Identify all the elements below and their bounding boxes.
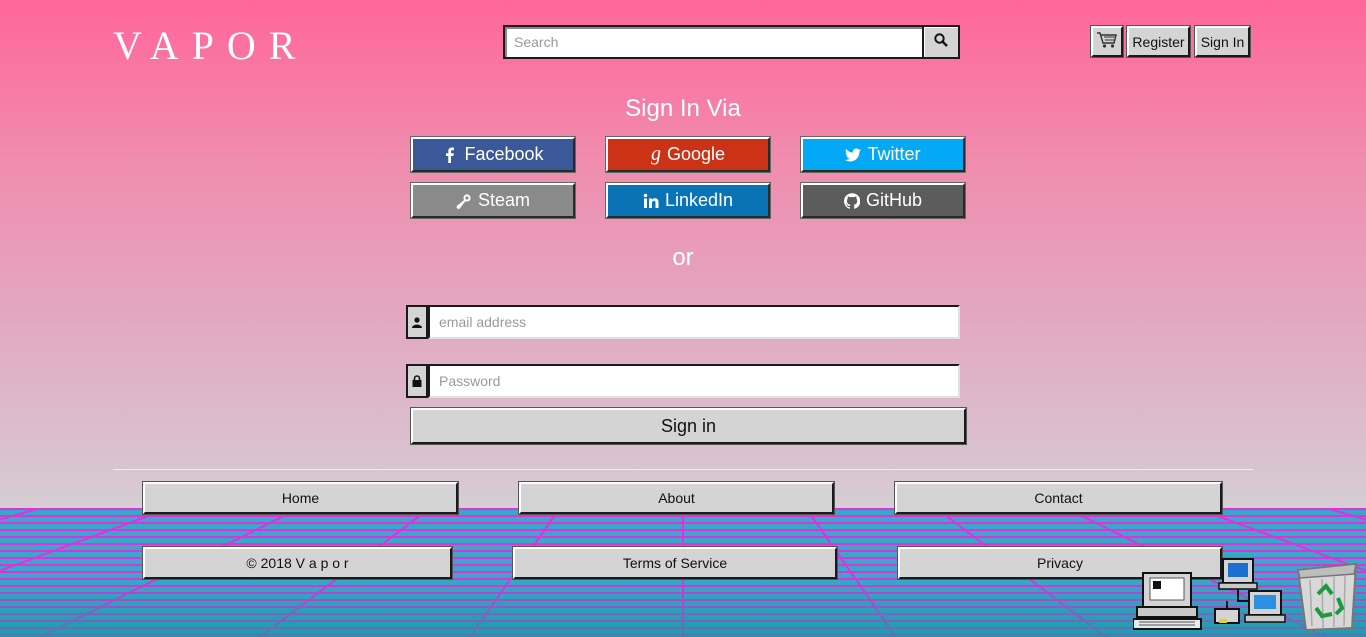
email-field[interactable] <box>428 305 960 339</box>
sign-in-heading: Sign In Via <box>625 95 741 122</box>
sign-in-submit-button[interactable]: Sign in <box>410 407 967 445</box>
twitter-button[interactable]: Twitter <box>800 136 966 173</box>
network-icon[interactable] <box>1213 557 1289 634</box>
cart-icon <box>1096 31 1118 52</box>
linkedin-icon <box>643 193 659 208</box>
google-button[interactable]: g Google <box>605 136 771 173</box>
footer-terms-link[interactable]: Terms of Service <box>512 546 838 580</box>
steam-label: Steam <box>477 190 531 210</box>
steam-icon <box>456 193 471 209</box>
search-icon <box>934 32 948 52</box>
footer-copyright: © 2018 V a p o r <box>142 546 453 580</box>
user-icon <box>406 305 428 339</box>
recycle-bin-icon[interactable] <box>1292 558 1362 637</box>
search-button[interactable] <box>922 25 960 59</box>
linkedin-label: LinkedIn <box>664 190 734 210</box>
site-logo[interactable]: VAPOR <box>113 22 308 69</box>
footer-divider <box>113 469 1253 470</box>
google-label: Google <box>666 144 726 164</box>
google-icon: g <box>650 143 661 165</box>
search-input[interactable] <box>503 25 922 59</box>
email-group <box>406 305 960 339</box>
register-button[interactable]: Register <box>1126 25 1191 58</box>
cart-button[interactable] <box>1090 25 1124 58</box>
lock-icon <box>406 364 428 398</box>
search-bar <box>503 25 960 59</box>
sign-in-nav-button[interactable]: Sign In <box>1194 25 1251 58</box>
steam-button[interactable]: Steam <box>410 182 576 219</box>
github-label: GitHub <box>865 190 923 210</box>
twitter-label: Twitter <box>867 144 921 164</box>
or-separator: or <box>672 244 694 271</box>
facebook-label: Facebook <box>464 144 544 164</box>
github-icon <box>844 192 860 209</box>
computer-icon[interactable] <box>1132 567 1207 636</box>
footer-about-link[interactable]: About <box>518 481 835 515</box>
footer-home-link[interactable]: Home <box>142 481 459 515</box>
password-field[interactable] <box>428 364 960 398</box>
github-button[interactable]: GitHub <box>800 182 966 219</box>
facebook-icon <box>446 147 455 163</box>
password-group <box>406 364 960 398</box>
facebook-button[interactable]: Facebook <box>410 136 576 173</box>
linkedin-button[interactable]: LinkedIn <box>605 182 771 219</box>
footer-contact-link[interactable]: Contact <box>894 481 1223 515</box>
twitter-icon <box>845 147 862 161</box>
